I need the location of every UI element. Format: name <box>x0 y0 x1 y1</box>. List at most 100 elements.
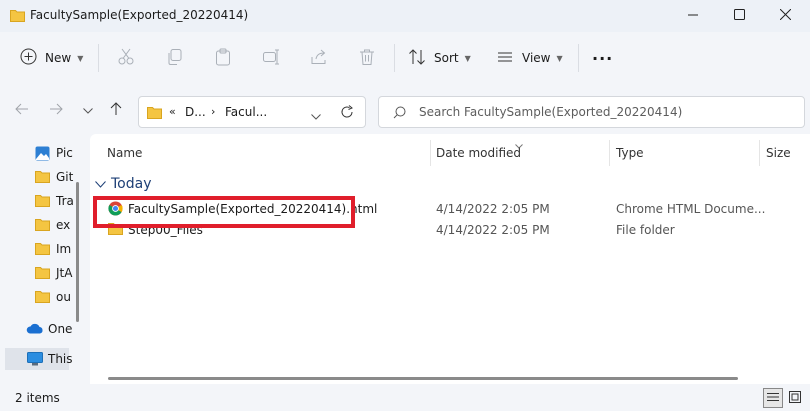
tiles-view-button[interactable] <box>785 388 805 408</box>
nav-item-folder[interactable]: ou <box>0 286 86 308</box>
recent-locations-button[interactable] <box>79 101 97 119</box>
sort-icon <box>408 48 426 69</box>
share-button[interactable] <box>310 44 328 72</box>
folder-icon <box>35 266 50 282</box>
column-header-size[interactable]: Size <box>766 146 791 160</box>
chevron-down-icon: ▼ <box>77 53 84 63</box>
search-placeholder: Search FacultySample(Exported_20220414) <box>419 105 683 119</box>
command-bar: New ▼ Sort ▼ View ▼ ··· <box>0 32 810 84</box>
nav-item-label: ex <box>56 218 71 232</box>
nav-item-label: JtA <box>56 266 73 280</box>
cut-button[interactable] <box>117 44 135 72</box>
folder-icon <box>35 290 50 306</box>
minimize-icon <box>688 9 698 23</box>
breadcrumb-separator: › <box>211 105 216 118</box>
minimize-button[interactable] <box>670 0 716 32</box>
breadcrumb-item[interactable]: D... <box>185 105 206 119</box>
overflow-crumbs[interactable]: « <box>169 105 176 118</box>
close-button[interactable] <box>762 0 808 32</box>
nav-item-label: This <box>48 352 73 366</box>
nav-item-folder[interactable]: ex <box>0 214 86 236</box>
forward-button[interactable] <box>47 101 65 119</box>
maximize-button[interactable] <box>716 0 762 32</box>
horizontal-scrollbar[interactable] <box>108 377 738 380</box>
nav-item-label: Im <box>56 242 72 256</box>
toolbar-divider <box>98 44 99 72</box>
more-options-button[interactable]: ··· <box>592 44 613 72</box>
column-header-name[interactable]: Name <box>107 146 142 160</box>
nav-item-label: Tra <box>56 194 74 208</box>
title-bar: FacultySample(Exported_20220414) <box>0 0 810 32</box>
back-button[interactable] <box>13 101 31 119</box>
nav-item-folder[interactable]: Tra <box>0 190 86 212</box>
details-view-icon <box>767 391 779 405</box>
pictures-icon <box>35 146 50 164</box>
search-icon <box>393 106 406 122</box>
toolbar-divider <box>578 44 579 72</box>
column-divider[interactable] <box>759 140 760 166</box>
copy-button[interactable] <box>166 44 184 72</box>
arrow-left-icon <box>15 103 29 118</box>
nav-item-label: ou <box>56 290 71 304</box>
address-bar[interactable]: « D... › Facul... <box>138 96 366 128</box>
file-type: File folder <box>616 223 675 237</box>
chevron-down-icon[interactable] <box>311 109 321 123</box>
file-date: 4/14/2022 2:05 PM <box>436 223 550 237</box>
this-pc-icon <box>27 352 43 369</box>
sort-label: Sort <box>434 51 459 65</box>
file-list: Name Date modified Type Size Today Facul… <box>90 134 810 384</box>
close-icon <box>779 8 791 23</box>
nav-item-folder[interactable]: JtA <box>0 262 86 284</box>
folder-icon <box>35 218 50 234</box>
highlight-box <box>93 196 355 228</box>
chevron-down-icon <box>95 176 106 192</box>
folder-icon <box>35 170 50 186</box>
column-divider[interactable] <box>609 140 610 166</box>
nav-item-onedrive[interactable]: One <box>0 318 86 340</box>
column-header-type[interactable]: Type <box>616 146 644 160</box>
group-header-today[interactable]: Today <box>95 176 152 192</box>
column-header-date[interactable]: Date modified <box>436 146 521 160</box>
nav-item-folder[interactable]: Git <box>0 166 86 188</box>
new-button[interactable]: New ▼ <box>20 44 83 72</box>
delete-button[interactable] <box>358 44 376 72</box>
refresh-icon[interactable] <box>340 105 354 122</box>
file-date: 4/14/2022 2:05 PM <box>436 202 550 216</box>
nav-item-this-pc[interactable]: This <box>5 348 73 370</box>
nav-item-folder[interactable]: Im <box>0 238 86 260</box>
rename-icon <box>262 48 280 69</box>
more-icon: ··· <box>592 48 614 68</box>
nav-scrollbar[interactable] <box>76 182 79 322</box>
nav-item-label: Pic <box>56 146 73 160</box>
chevron-down-icon: ▼ <box>556 53 563 63</box>
trash-icon <box>358 48 376 69</box>
tiles-view-icon <box>789 390 801 406</box>
folder-icon <box>35 242 50 258</box>
paste-button[interactable] <box>214 44 232 72</box>
status-bar: 2 items <box>0 384 810 411</box>
view-button[interactable]: View ▼ <box>496 44 563 72</box>
details-view-button[interactable] <box>763 388 783 408</box>
scissors-icon <box>117 48 135 69</box>
view-label: View <box>522 51 551 65</box>
nav-item-label: Git <box>56 170 74 184</box>
file-type: Chrome HTML Docume... <box>616 202 766 216</box>
breadcrumb-item[interactable]: Facul... <box>225 105 267 119</box>
up-button[interactable] <box>107 101 125 119</box>
search-box[interactable]: Search FacultySample(Exported_20220414) <box>378 96 805 128</box>
view-list-icon <box>496 48 514 69</box>
address-row: « D... › Facul... Search FacultySample(E… <box>0 84 810 134</box>
nav-item-label: One <box>48 322 73 336</box>
item-count: 2 items <box>15 391 60 405</box>
plus-circle-icon <box>20 48 37 68</box>
share-icon <box>310 48 328 69</box>
column-divider[interactable] <box>430 140 431 166</box>
chevron-down-icon <box>83 103 93 117</box>
rename-button[interactable] <box>262 44 280 72</box>
nav-item-pictures[interactable]: Pic <box>0 142 86 164</box>
onedrive-icon <box>26 323 44 337</box>
new-label: New <box>45 51 72 65</box>
chevron-down-icon: ▼ <box>464 53 471 63</box>
folder-icon <box>35 194 50 210</box>
sort-button[interactable]: Sort ▼ <box>408 44 471 72</box>
